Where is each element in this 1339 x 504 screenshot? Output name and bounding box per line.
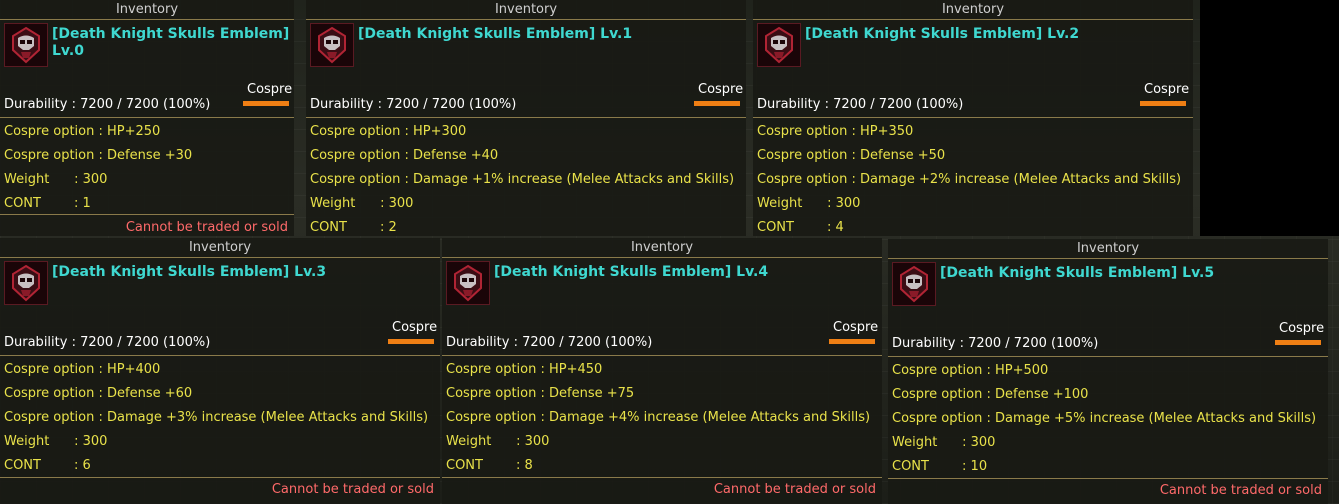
death-knight-skull-emblem-icon — [446, 261, 490, 305]
cospre-label: Cospre — [833, 320, 879, 335]
cont-line: CONT : 10 — [892, 459, 988, 474]
divider — [0, 19, 294, 20]
option-line: Cospre option : Defense +50 — [757, 148, 946, 163]
item-name: [Death Knight Skulls Emblem] Lv.2 — [805, 26, 1080, 42]
weight-line: Weight : 300 — [4, 434, 108, 449]
divider — [753, 117, 1193, 118]
option-line: Cospre option : HP+300 — [310, 124, 467, 139]
option-line: Cospre option : HP+350 — [757, 124, 914, 139]
option-line: Cospre option : HP+500 — [892, 363, 1049, 378]
cospre-label: Cospre — [698, 82, 744, 97]
cospre-bar — [694, 101, 740, 106]
cont-line: CONT : 8 — [446, 458, 533, 473]
tooltip-header: Inventory — [630, 240, 694, 255]
divider — [306, 19, 746, 20]
untradeable-text: Cannot be traded or sold — [271, 482, 434, 497]
cospre-bar — [243, 101, 289, 106]
untradeable-text: Cannot be traded or sold — [1159, 483, 1322, 498]
black-void-area — [1200, 0, 1339, 236]
divider — [888, 258, 1328, 259]
option-line: Cospre option : Defense +75 — [446, 386, 635, 401]
item-tooltip-lv4: Inventory [Death Knight Skulls Emblem] L… — [442, 238, 882, 504]
weight-line: Weight : 300 — [892, 435, 996, 450]
death-knight-skull-emblem-icon — [4, 261, 48, 305]
option-line: Cospre option : HP+450 — [446, 362, 603, 377]
item-tooltip-lv0: Inventory [Death Knight Skulls Emblem] L… — [0, 0, 294, 236]
item-tooltip-lv3: Inventory [Death Knight Skulls Emblem] L… — [0, 238, 440, 504]
weight-line: Weight : 300 — [757, 196, 861, 211]
item-name: [Death Knight Skulls Emblem] Lv.1 — [358, 26, 633, 42]
divider — [0, 477, 440, 478]
divider — [306, 117, 746, 118]
cospre-label: Cospre — [247, 82, 293, 97]
option-line: Cospre option : Defense +40 — [310, 148, 499, 163]
item-tooltip-lv1: Inventory [Death Knight Skulls Emblem] L… — [306, 0, 746, 236]
item-tooltip-lv5: Inventory [Death Knight Skulls Emblem] L… — [888, 239, 1328, 504]
option-line: Cospre option : Damage +4% increase (Mel… — [446, 410, 871, 425]
untradeable-text: Cannot be traded or sold — [125, 220, 288, 235]
divider — [888, 478, 1328, 479]
cont-line: CONT : 1 — [4, 196, 91, 211]
durability-text: Durability : 7200 / 7200 (100%) — [446, 335, 653, 350]
durability-text: Durability : 7200 / 7200 (100%) — [757, 97, 964, 112]
untradeable-text: Cannot be traded or sold — [713, 482, 876, 497]
item-name: [Death Knight Skulls Emblem] Lv.4 — [494, 264, 769, 280]
option-line: Cospre option : Defense +30 — [4, 148, 193, 163]
death-knight-skull-emblem-icon — [310, 23, 354, 67]
option-line: Cospre option : Defense +100 — [892, 387, 1089, 402]
item-name: [Death Knight Skulls Emblem] Lv.3 — [52, 264, 327, 280]
durability-text: Durability : 7200 / 7200 (100%) — [4, 97, 211, 112]
cospre-bar — [1275, 340, 1321, 345]
item-name: [Death Knight Skulls Emblem] Lv.5 — [940, 265, 1215, 281]
cospre-label: Cospre — [392, 320, 438, 335]
cont-line: CONT : 4 — [757, 220, 844, 235]
death-knight-skull-emblem-icon — [757, 23, 801, 67]
weight-line: Weight : 300 — [4, 172, 108, 187]
durability-text: Durability : 7200 / 7200 (100%) — [892, 336, 1099, 351]
cospre-label: Cospre — [1144, 82, 1190, 97]
durability-text: Durability : 7200 / 7200 (100%) — [4, 335, 211, 350]
tooltip-header: Inventory — [494, 2, 558, 17]
death-knight-skull-emblem-icon — [4, 23, 48, 67]
divider — [753, 19, 1193, 20]
divider — [0, 117, 294, 118]
cospre-bar — [388, 339, 434, 344]
divider — [0, 214, 294, 215]
divider — [442, 355, 882, 356]
tooltip-header: Inventory — [941, 2, 1005, 17]
weight-line: Weight : 300 — [310, 196, 414, 211]
tooltip-header: Inventory — [188, 240, 252, 255]
option-line: Cospre option : Damage +3% increase (Mel… — [4, 410, 429, 425]
divider — [0, 355, 440, 356]
tooltip-header: Inventory — [1076, 241, 1140, 256]
weight-line: Weight : 300 — [446, 434, 550, 449]
death-knight-skull-emblem-icon — [892, 262, 936, 306]
option-line: Cospre option : HP+400 — [4, 362, 161, 377]
item-name: [Death Knight Skulls Emblem] Lv.0 — [52, 26, 290, 59]
durability-text: Durability : 7200 / 7200 (100%) — [310, 97, 517, 112]
cospre-label: Cospre — [1279, 321, 1325, 336]
divider — [0, 257, 440, 258]
divider — [442, 257, 882, 258]
cont-line: CONT : 2 — [310, 220, 397, 235]
divider — [442, 477, 882, 478]
option-line: Cospre option : Damage +5% increase (Mel… — [892, 411, 1317, 426]
option-line: Cospre option : Defense +60 — [4, 386, 193, 401]
option-line: Cospre option : HP+250 — [4, 124, 161, 139]
divider — [888, 356, 1328, 357]
tooltip-header: Inventory — [115, 2, 179, 17]
item-tooltip-lv2: Inventory [Death Knight Skulls Emblem] L… — [753, 0, 1193, 236]
option-line: Cospre option : Damage +2% increase (Mel… — [757, 172, 1182, 187]
option-line: Cospre option : Damage +1% increase (Mel… — [310, 172, 735, 187]
cospre-bar — [829, 339, 875, 344]
cospre-bar — [1140, 101, 1186, 106]
cont-line: CONT : 6 — [4, 458, 91, 473]
